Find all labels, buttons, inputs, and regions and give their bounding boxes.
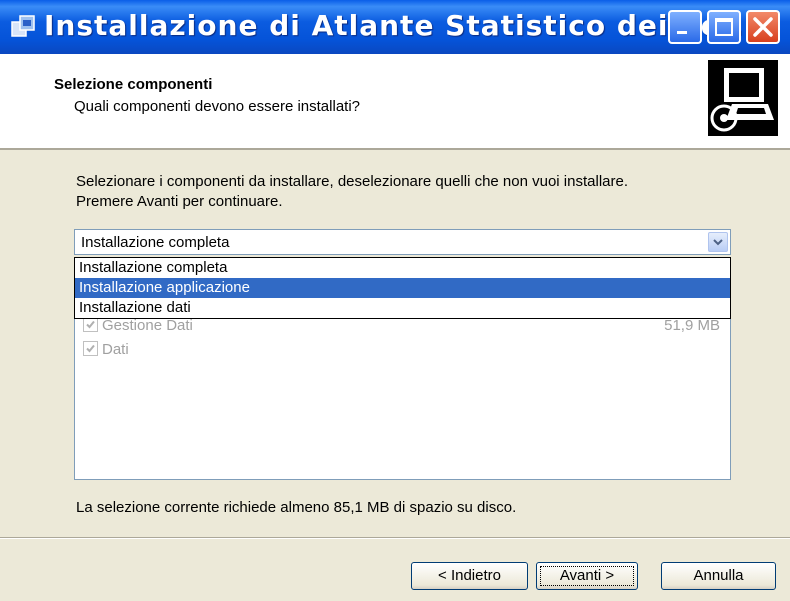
dropdown-option[interactable]: Installazione completa	[75, 258, 730, 278]
minimize-icon	[677, 31, 687, 34]
installer-window: Installazione di Atlante Statistico dei …	[0, 0, 790, 601]
component-size: 51,9 MB	[664, 317, 720, 334]
window-title: Installazione di Atlante Statistico dei …	[44, 9, 756, 42]
maximize-button[interactable]	[707, 10, 741, 44]
back-button[interactable]: < Indietro	[411, 562, 528, 590]
instruction-text: Selezionare i componenti da installare, …	[76, 172, 736, 212]
dropdown-option[interactable]: Installazione dati	[75, 298, 730, 318]
dropdown-option-highlighted[interactable]: Installazione applicazione	[75, 278, 730, 298]
checkmark-icon	[86, 320, 95, 329]
checkmark-icon	[86, 344, 95, 353]
component-item-dati[interactable]: Dati	[83, 341, 129, 358]
page-title: Selezione componenti	[54, 76, 213, 93]
install-type-dropdown-list[interactable]: Installazione completa Installazione app…	[74, 257, 731, 319]
close-button[interactable]	[746, 10, 780, 44]
component-item-gestione-dati[interactable]: Gestione Dati	[83, 317, 193, 334]
instruction-line-1: Selezionare i componenti da installare, …	[76, 173, 629, 190]
cancel-button[interactable]: Annulla	[661, 562, 776, 590]
installer-icon	[11, 15, 35, 37]
component-label: Gestione Dati	[102, 317, 193, 334]
checkbox[interactable]	[83, 317, 98, 332]
instruction-line-2: Premere Avanti per continuare.	[76, 193, 283, 210]
maximize-icon	[715, 18, 733, 36]
focus-rect	[540, 566, 634, 586]
checkbox[interactable]	[83, 341, 98, 356]
next-button[interactable]: Avanti >	[536, 562, 638, 590]
components-list[interactable]: Gestione Dati 51,9 MB Dati	[74, 302, 731, 480]
close-icon	[753, 17, 773, 37]
wizard-header: Selezione componenti Quali componenti de…	[0, 54, 790, 150]
install-type-selected: Installazione completa	[81, 234, 230, 251]
page-subtitle: Quali componenti devono essere installat…	[74, 98, 361, 115]
footer-divider	[0, 537, 790, 539]
dropdown-button[interactable]	[708, 232, 728, 252]
disk-space-text: La selezione corrente richiede almeno 85…	[76, 499, 517, 516]
computer-disk-icon	[708, 60, 778, 136]
minimize-button[interactable]	[668, 10, 702, 44]
chevron-down-icon	[713, 239, 723, 246]
component-label: Dati	[102, 341, 129, 358]
title-bar[interactable]: Installazione di Atlante Statistico dei …	[0, 0, 790, 54]
install-type-select[interactable]: Installazione completa	[74, 229, 731, 255]
